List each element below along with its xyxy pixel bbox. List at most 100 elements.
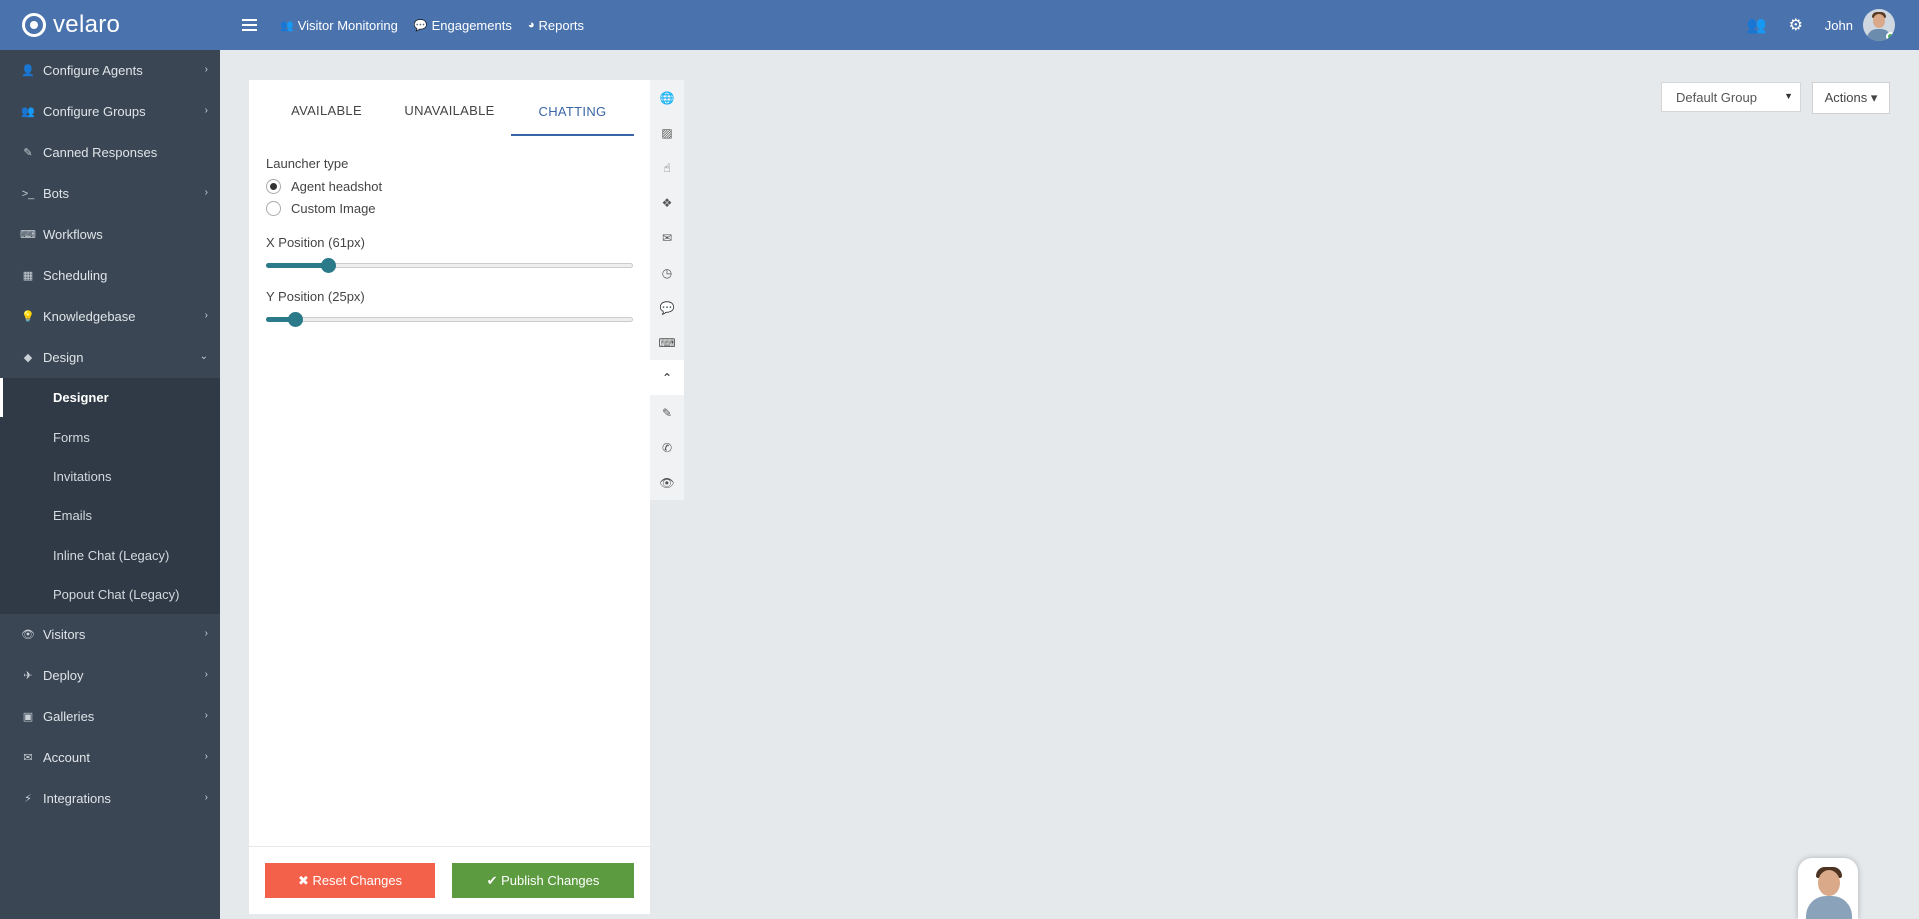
top-bar: velaro 👥 Visitor Monitoring 💬 Engagement… <box>0 0 1919 50</box>
design-submenu: Designer Forms Invitations Emails Inline Cha… <box>0 378 220 615</box>
image-icon[interactable]: ▨ <box>650 115 684 150</box>
velaro-logo-icon <box>22 13 46 37</box>
radio-agent-headshot[interactable]: Agent headshot <box>266 175 633 197</box>
sidebar-item-configure-groups[interactable]: 👥 Configure Groups › <box>0 91 220 132</box>
globe-icon[interactable]: 🌐 <box>650 80 684 115</box>
tab-unavailable[interactable]: UNAVAILABLE <box>388 103 511 136</box>
pointer-icon[interactable]: ☝ <box>650 150 684 185</box>
sidebar-item-label: Integrations <box>43 791 111 807</box>
tab-available[interactable]: AVAILABLE <box>265 103 388 136</box>
radio-label: Custom Image <box>291 200 376 216</box>
sidebar-item-label: Configure Agents <box>43 63 143 78</box>
lightbulb-icon: 💡 <box>21 311 35 323</box>
publish-changes-button[interactable]: ✔ Publish Changes <box>452 863 634 898</box>
sidebar-item-visitors[interactable]: 👁 Visitors › <box>0 614 220 655</box>
nav-engagements[interactable]: 💬 Engagements <box>414 18 512 33</box>
group-select[interactable]: Default Group ▼ <box>1661 82 1801 112</box>
user-icon: 👤 <box>21 65 35 77</box>
cubes-icon[interactable]: ❖ <box>650 185 684 220</box>
launcher-icon[interactable]: ⌃ <box>650 360 684 395</box>
plane-icon: ✈ <box>23 670 33 683</box>
user-name[interactable]: John <box>1825 18 1853 33</box>
y-position-label: Y Position (25px) <box>266 289 365 304</box>
sidebar-item-configure-agents[interactable]: 👤 Configure Agents › <box>0 50 220 91</box>
nav-visitor-monitoring[interactable]: 👥 Visitor Monitoring <box>280 18 398 33</box>
sidebar-item-label: Visitors <box>43 627 86 643</box>
hamburger-menu-icon[interactable] <box>242 10 272 40</box>
edit-icon[interactable]: ✎ <box>650 395 684 430</box>
radio-label: Agent headshot <box>291 178 383 194</box>
sidebar-item-label: Configure Groups <box>43 104 146 119</box>
chevron-right-icon: › <box>204 751 208 763</box>
nav-label: Engagements <box>431 17 512 33</box>
radio-button[interactable] <box>266 200 281 216</box>
y-position-slider[interactable] <box>266 310 633 330</box>
sidebar-item-deploy[interactable]: ✈ Deploy › <box>0 655 220 696</box>
x-position-label: X Position (61px) <box>266 235 365 250</box>
chevron-right-icon: › <box>204 64 208 75</box>
panel-footer: ✖ Reset Changes ✔ Publish Changes <box>249 846 650 914</box>
brand-name: velaro <box>53 11 121 38</box>
keyboard-icon[interactable]: ⌨ <box>650 325 684 360</box>
gear-icon[interactable]: ⚙ <box>1786 15 1806 35</box>
sidebar-item-label: Galleries <box>43 709 95 725</box>
launcher-type-label: Launcher type <box>266 156 349 171</box>
sidebar-item-knowledgebase[interactable]: 💡 Knowledgebase › <box>0 296 220 337</box>
envelope-icon: ✉ <box>23 752 33 765</box>
reset-changes-button[interactable]: ✖ Reset Changes <box>265 863 435 898</box>
slider-thumb[interactable] <box>288 312 304 327</box>
nav-label: Visitor Monitoring <box>297 17 398 33</box>
submenu-item-invitations[interactable]: Invitations <box>0 457 220 496</box>
submenu-item-designer[interactable]: Designer <box>0 378 220 418</box>
eye-icon[interactable]: 👁 <box>650 465 684 500</box>
team-icon[interactable]: 👥 <box>1747 15 1767 35</box>
brand-logo[interactable]: velaro <box>0 0 220 50</box>
sidebar-item-label: Deploy <box>43 668 84 684</box>
sidebar-item-label: Knowledgebase <box>43 309 136 324</box>
chevron-right-icon: › <box>204 187 208 198</box>
sidebar-item-bots[interactable]: >_ Bots › <box>0 173 220 214</box>
sidebar: 👤 Configure Agents › 👥 Configure Groups … <box>0 50 220 919</box>
chevron-right-icon: › <box>204 669 208 681</box>
sidebar-item-design[interactable]: ◆ Design ⌄ <box>0 337 220 378</box>
group-select-value: Default Group <box>1676 89 1757 105</box>
x-position-slider[interactable] <box>266 256 633 276</box>
clock-icon[interactable]: ◷ <box>650 255 684 290</box>
eye-icon: 👁 <box>21 629 35 642</box>
keyboard-icon: ⌨ <box>20 229 36 241</box>
chat-launcher-preview[interactable] <box>1798 858 1858 919</box>
tab-chatting[interactable]: CHATTING <box>511 104 634 136</box>
nav-label: Reports <box>538 17 585 33</box>
sidebar-item-label: Design <box>43 350 84 365</box>
designer-icon-rail: 🌐 ▨ ☝ ❖ ✉ ◷ 💬 ⌨ ⌃ ✎ ✆ 👁 <box>650 80 684 500</box>
sidebar-item-canned-responses[interactable]: ✎ Canned Responses <box>0 132 220 173</box>
radio-button[interactable] <box>266 178 281 194</box>
terminal-icon: >_ <box>21 187 35 200</box>
slider-thumb[interactable] <box>321 258 337 273</box>
sidebar-item-scheduling[interactable]: ▦ Scheduling <box>0 255 220 296</box>
chevron-right-icon: › <box>204 105 208 116</box>
radio-custom-image[interactable]: Custom Image <box>266 197 633 219</box>
online-status-icon <box>1886 32 1895 41</box>
top-right-controls: 👥 ⚙ John <box>1747 0 1919 50</box>
group-icon: 👥 <box>21 106 35 118</box>
submenu-item-popout-chat-legacy-[interactable]: Popout Chat (Legacy) <box>0 575 220 614</box>
submenu-item-inline-chat-legacy-[interactable]: Inline Chat (Legacy) <box>0 536 220 575</box>
chat-icon: 💬 <box>413 19 428 32</box>
actions-button[interactable]: Actions ▾ <box>1812 82 1890 114</box>
chat-bubble-icon[interactable]: 💬 <box>650 290 684 325</box>
launcher-form: Launcher type Agent headshot Custom Imag… <box>249 136 650 330</box>
submenu-item-forms[interactable]: Forms <box>0 417 220 456</box>
nav-reports[interactable]: ◕ Reports <box>528 18 584 33</box>
sidebar-item-account[interactable]: ✉ Account › <box>0 737 220 778</box>
sidebar-item-workflows[interactable]: ⌨ Workflows <box>0 214 220 255</box>
sidebar-item-label: Scheduling <box>43 268 108 283</box>
envelope-icon[interactable]: ✉ <box>650 220 684 255</box>
avatar[interactable] <box>1863 9 1895 41</box>
phone-icon[interactable]: ✆ <box>650 430 684 465</box>
submenu-item-emails[interactable]: Emails <box>0 496 220 535</box>
sidebar-item-integrations[interactable]: ⚡ Integrations › <box>0 778 220 819</box>
image-icon: ▣ <box>22 711 34 724</box>
status-tabs: AVAILABLE UNAVAILABLE CHATTING <box>249 80 650 136</box>
sidebar-item-galleries[interactable]: ▣ Galleries › <box>0 696 220 737</box>
